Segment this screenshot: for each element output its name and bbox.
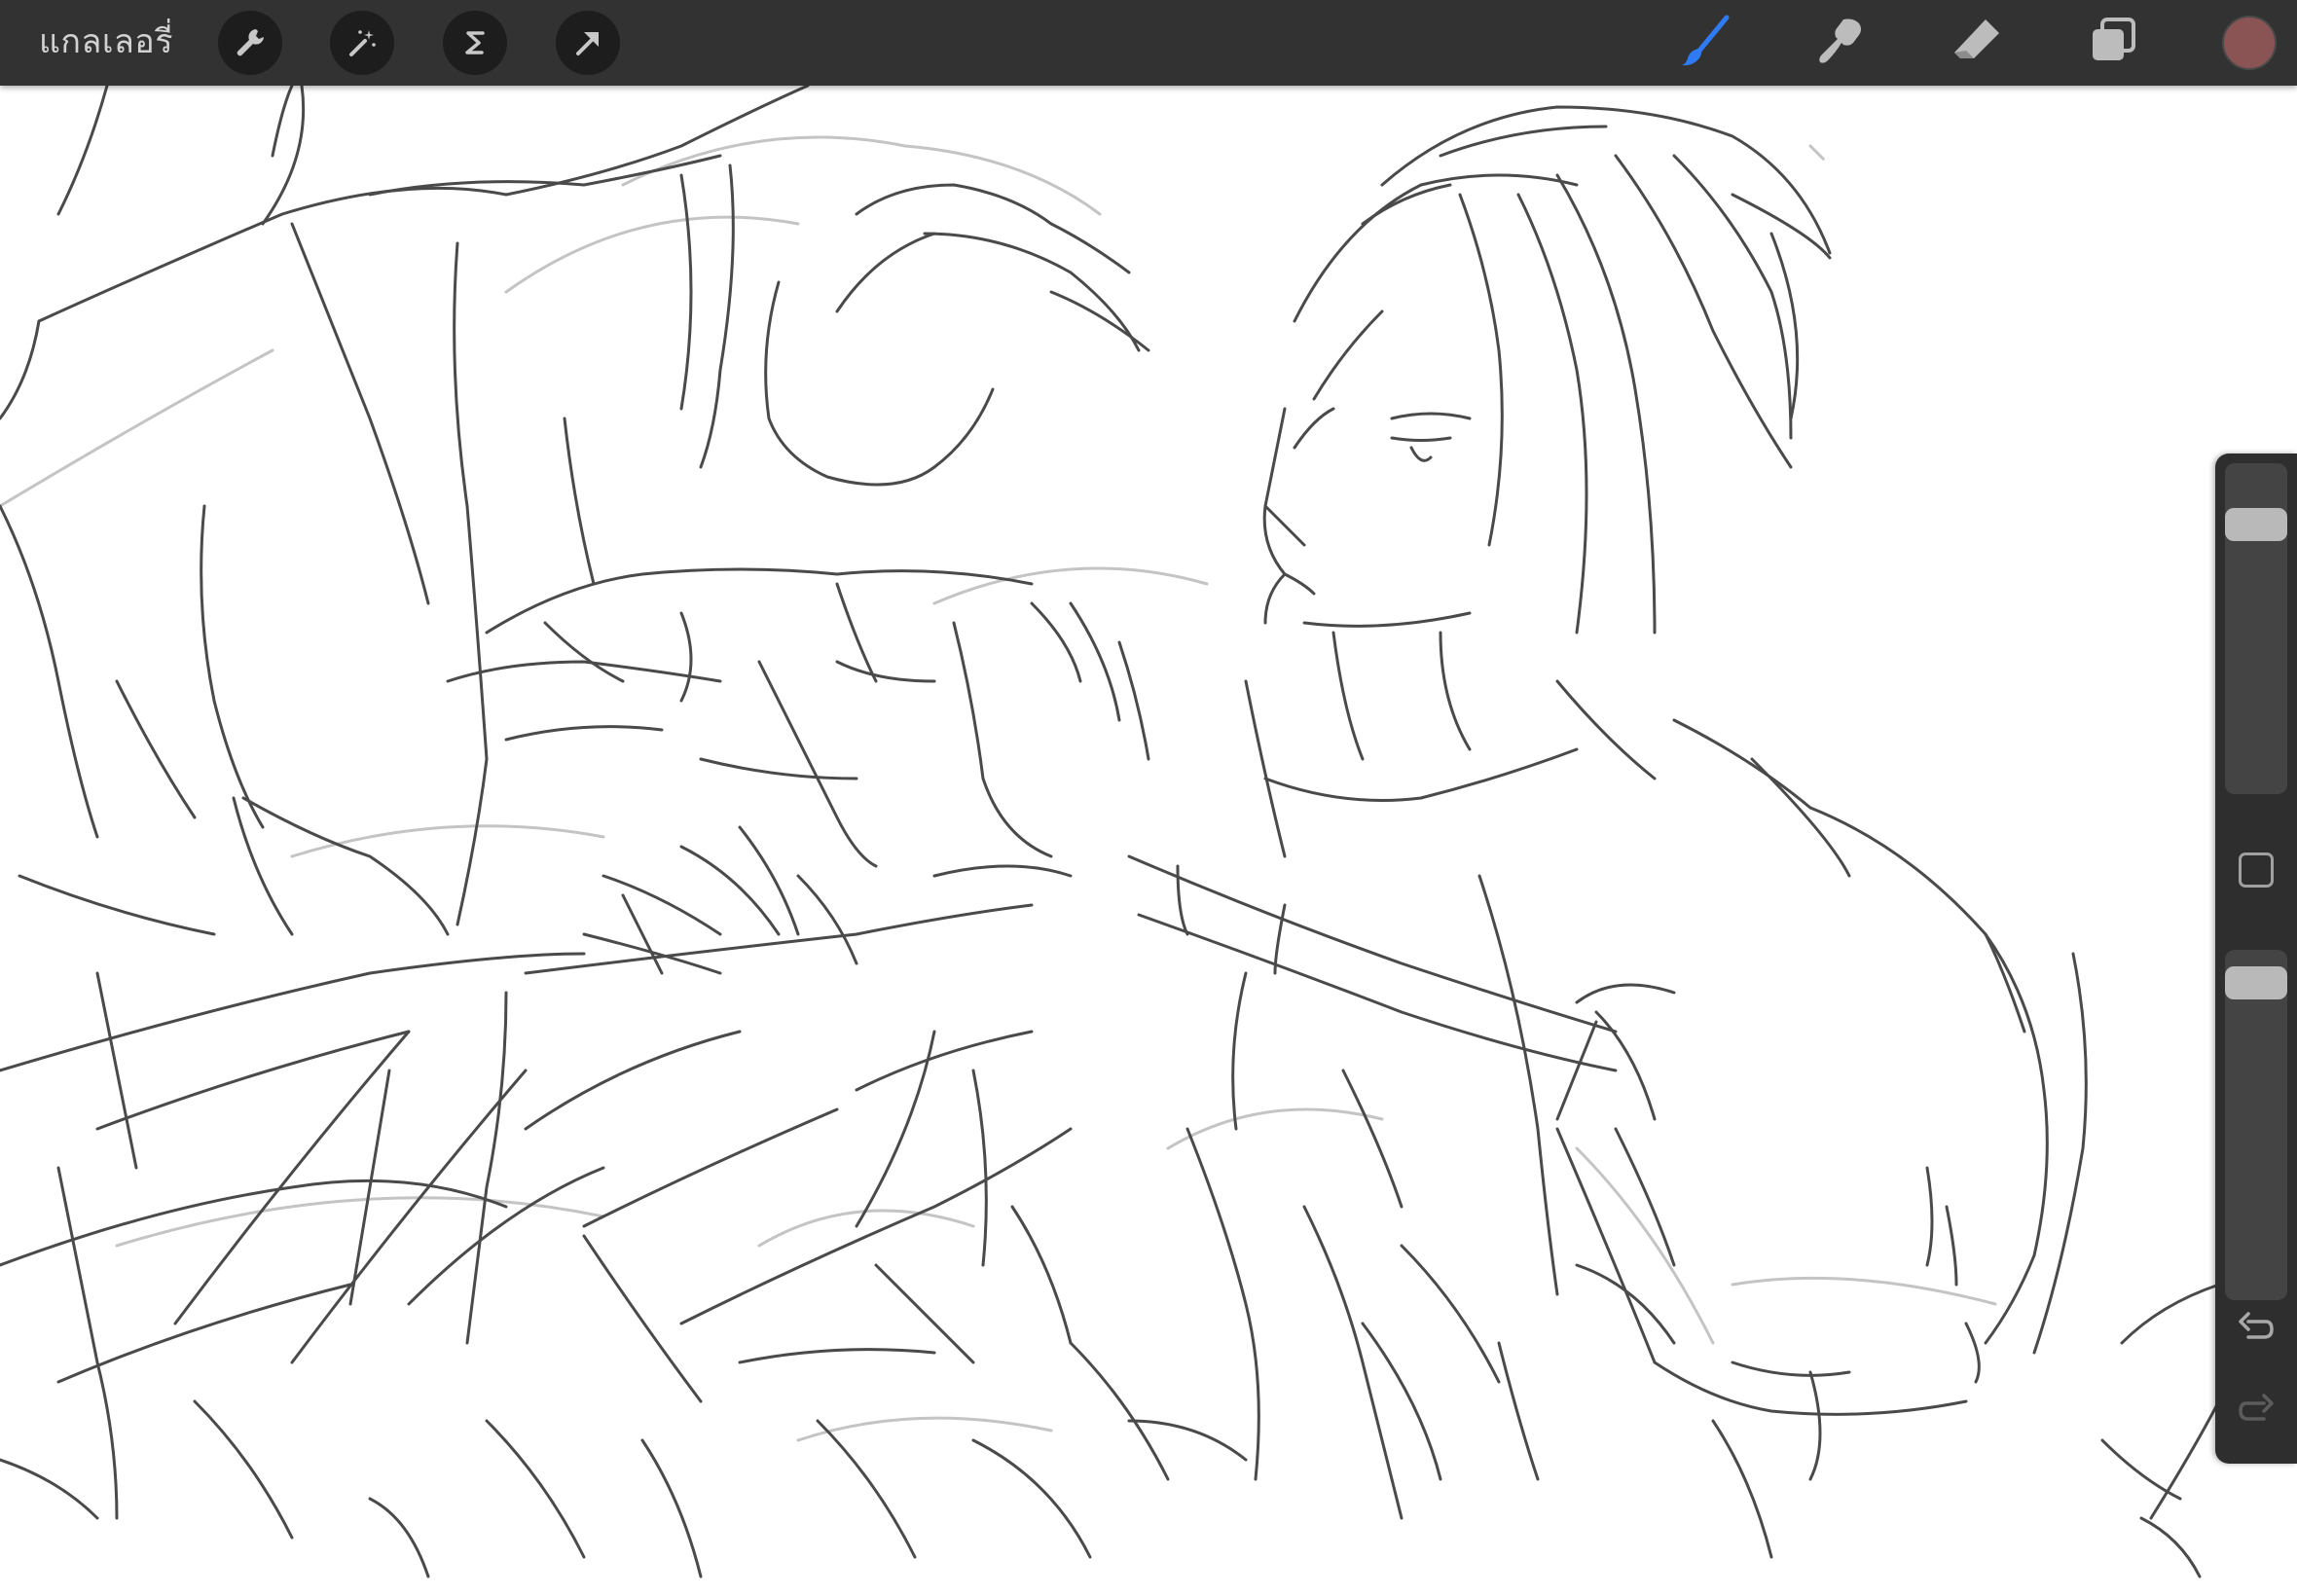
- sketch-main-lines: [0, 86, 2231, 1578]
- undo-icon: [2237, 1308, 2276, 1351]
- magic-wand-icon: [345, 25, 380, 60]
- drawing-canvas[interactable]: [0, 86, 2297, 1596]
- gallery-button[interactable]: แกลเลอรี่: [39, 0, 173, 86]
- procreate-app: แกลเลอรี่: [0, 0, 2297, 1596]
- smudge-button[interactable]: [1812, 14, 1871, 72]
- wrench-icon: [233, 25, 268, 60]
- brush-button[interactable]: [1676, 14, 1734, 72]
- side-toolbar: [2215, 453, 2297, 1464]
- eraser-button[interactable]: [1949, 14, 2007, 72]
- selection-button[interactable]: [443, 11, 507, 75]
- sketch-artwork: [0, 86, 2231, 1578]
- transform-arrow-icon: [570, 25, 605, 60]
- smudge-icon: [1814, 14, 1869, 72]
- brush-size-thumb[interactable]: [2225, 507, 2287, 541]
- undo-button[interactable]: [2233, 1306, 2279, 1353]
- adjustments-button[interactable]: [330, 11, 394, 75]
- modify-button[interactable]: [2239, 852, 2274, 888]
- layers-icon: [2087, 14, 2141, 72]
- brush-size-slider[interactable]: [2225, 463, 2287, 794]
- actions-button[interactable]: [218, 11, 282, 75]
- color-picker-button[interactable]: [2222, 16, 2277, 70]
- opacity-slider[interactable]: [2225, 950, 2287, 1300]
- layers-button[interactable]: [2085, 14, 2143, 72]
- eraser-icon: [1951, 14, 2005, 72]
- transform-button[interactable]: [556, 11, 620, 75]
- brush-icon: [1678, 14, 1732, 72]
- redo-icon: [2237, 1390, 2276, 1433]
- selection-s-icon: [457, 25, 492, 60]
- opacity-thumb[interactable]: [2225, 965, 2287, 999]
- top-toolbar: แกลเลอรี่: [0, 0, 2297, 86]
- redo-button[interactable]: [2233, 1388, 2279, 1434]
- sketch-faint-lines: [0, 135, 1997, 1442]
